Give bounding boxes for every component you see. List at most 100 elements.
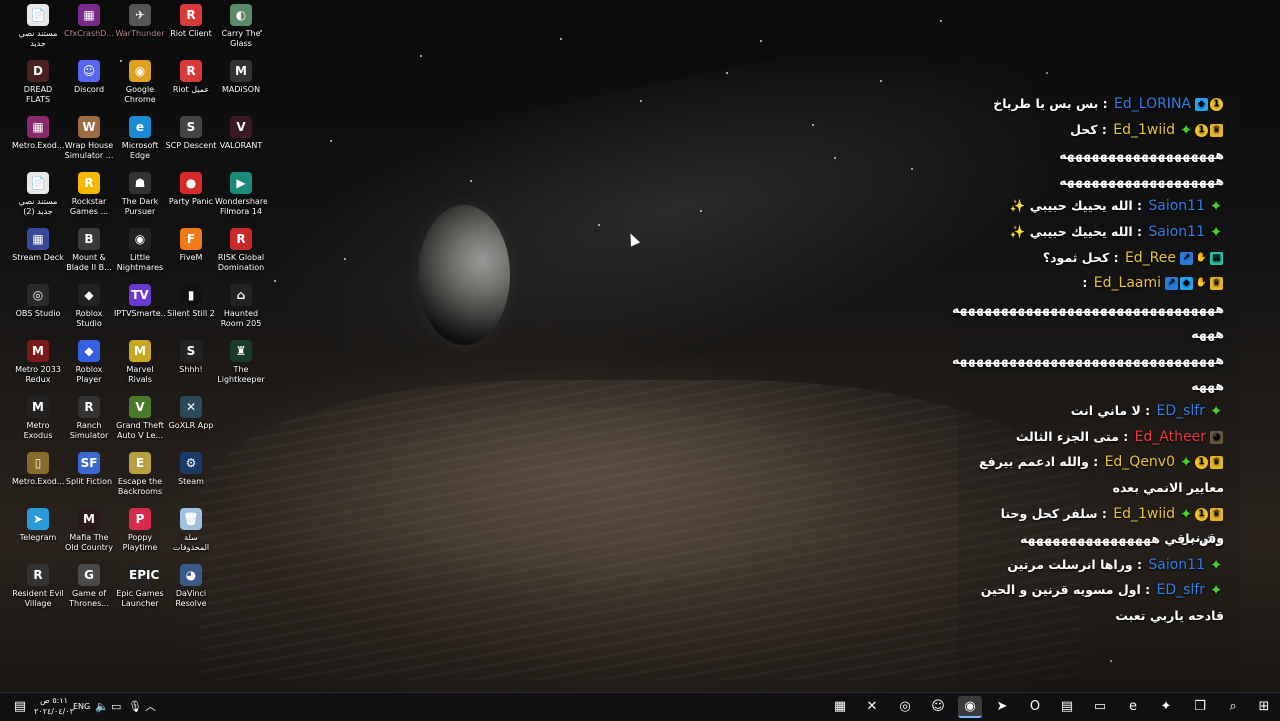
desktop-icon[interactable]: R Rockstar Games ... bbox=[63, 172, 115, 217]
share-badge-icon: ↗ bbox=[1180, 251, 1193, 265]
chat-message: ↗ ✋ ▦Ed_Ree : كحل ثمود؟ bbox=[974, 246, 1224, 270]
desktop-icon[interactable]: ▦ CfxCrashD... bbox=[63, 4, 115, 39]
desktop-icon-label: Metro.Exod... bbox=[12, 477, 64, 486]
search-taskbar-icon[interactable]: ⌕ bbox=[1221, 696, 1245, 718]
haunted-room-icon: ⌂ bbox=[230, 284, 252, 306]
chrome-taskbar-icon[interactable]: ◉ bbox=[958, 696, 982, 718]
desktop-icon[interactable]: e Microsoft Edge bbox=[114, 116, 166, 161]
desktop-icon[interactable]: ◕ DaVinci Resolve bbox=[165, 564, 217, 609]
gold-badge-icon: 1 bbox=[1210, 98, 1223, 111]
desktop-icon[interactable]: ▯ Metro.Exod... bbox=[12, 452, 64, 487]
desktop-icon[interactable]: W Wrap House Simulator ... bbox=[63, 116, 115, 161]
desktop-icon[interactable]: 🗑 سلة المحذوفات bbox=[165, 508, 217, 553]
file-explorer-taskbar-icon[interactable]: ▭ bbox=[1088, 696, 1112, 718]
language-indicator[interactable]: ENG bbox=[73, 693, 90, 721]
desktop-icon[interactable]: SF Split Fiction bbox=[63, 452, 115, 487]
desktop-icon[interactable]: R Riot Client bbox=[165, 4, 217, 39]
desktop-icon[interactable]: ☺ Discord bbox=[63, 60, 115, 95]
desktop-icon[interactable]: P Poppy Playtime bbox=[114, 508, 166, 553]
desktop-icon[interactable]: EPIC Epic Games Launcher bbox=[114, 564, 166, 609]
desktop-icon[interactable]: ⌂ Haunted Room 205 bbox=[215, 284, 267, 329]
desktop-icon[interactable]: M Metro Exodus bbox=[12, 396, 64, 441]
desktop-icon[interactable]: ✈ WarThunder bbox=[114, 4, 166, 39]
desktop-icon[interactable]: ● Party Panic bbox=[165, 172, 217, 207]
desktop-icon[interactable]: ⚙ Steam bbox=[165, 452, 217, 487]
chat-message: وش باقي ههههههههههههههههه bbox=[974, 527, 1224, 551]
desktop-icon-label: Metro Exodus bbox=[23, 421, 53, 440]
desktop-icon[interactable]: ▶ Wondershare Filmora 14 bbox=[215, 172, 267, 217]
chat-separator: : bbox=[1097, 505, 1112, 521]
discord-taskbar-icon[interactable]: ☺ bbox=[926, 696, 950, 718]
desktop-icon[interactable]: ◐ Carry The Glass bbox=[215, 4, 267, 49]
desktop-icon[interactable]: R Riot عميل bbox=[165, 60, 217, 95]
desktop-icon[interactable]: ◎ OBS Studio bbox=[12, 284, 64, 319]
desktop-icon[interactable]: 📄 مستند نصي جديد (2) bbox=[12, 172, 64, 217]
chat-separator: : bbox=[1140, 403, 1155, 419]
chat-separator: : bbox=[1132, 198, 1147, 214]
obs-taskbar-icon[interactable]: ◎ bbox=[893, 696, 917, 718]
desktop-icon[interactable]: ◆ Roblox Player bbox=[63, 340, 115, 385]
chevron-up-icon[interactable]: ︿ bbox=[145, 693, 156, 721]
chat-badges: ✦ 1 ♛ bbox=[1178, 502, 1224, 526]
edge-taskbar-icon[interactable]: e bbox=[1121, 696, 1145, 718]
volume-icon[interactable]: 🔈 bbox=[95, 693, 109, 721]
star-badge-icon: ✦ bbox=[1209, 581, 1223, 600]
desktop-icon[interactable]: E Escape the Backrooms bbox=[114, 452, 166, 497]
desktop-icon[interactable]: TV IPTVSmarte... bbox=[114, 284, 166, 319]
stream-deck-taskbar-icon[interactable]: ▦ bbox=[828, 696, 852, 718]
desktop-icon[interactable]: ☗ The Dark Pursuer bbox=[114, 172, 166, 217]
desktop-icon[interactable]: M Mafia The Old Country bbox=[63, 508, 115, 553]
desktop-icon[interactable]: ◉ Google Chrome bbox=[114, 60, 166, 105]
desktop-icon[interactable]: ◉ Little Nightmares bbox=[114, 228, 166, 273]
desktop-icon-label: Little Nightmares bbox=[116, 253, 164, 272]
davinci-icon: ◕ bbox=[180, 564, 202, 586]
desktop-icon[interactable]: ✕ GoXLR App bbox=[165, 396, 217, 431]
share-badge-icon: ↗ bbox=[1165, 277, 1178, 291]
telegram-taskbar-icon[interactable]: ➤ bbox=[990, 696, 1014, 718]
goxlr-taskbar-icon[interactable]: ✕ bbox=[860, 696, 884, 718]
copilot-taskbar-icon[interactable]: ✦ bbox=[1154, 696, 1178, 718]
desktop-icon[interactable]: F FiveM bbox=[165, 228, 217, 263]
chat-separator: : bbox=[1088, 454, 1103, 470]
desktop-icon[interactable]: V VALORANT bbox=[215, 116, 267, 151]
desktop-icon[interactable]: ▮ Silent Still 2 bbox=[165, 284, 217, 319]
taskbar-clock[interactable]: ٥:١١ ص ٢٠٢٤/٠٤/٠٣ bbox=[34, 695, 74, 717]
gem-badge-icon: ◆ bbox=[1180, 277, 1193, 291]
chat-separator: : bbox=[1082, 275, 1092, 291]
desktop-icon[interactable]: R Ranch Simulator bbox=[63, 396, 115, 441]
desktop-icon-label: SCP Descent bbox=[165, 141, 217, 150]
notification-icon[interactable]: ▤ bbox=[8, 696, 32, 718]
desktop-icon[interactable]: M MADiSON bbox=[215, 60, 267, 95]
desktop-icon[interactable]: B Mount & Blade II B... bbox=[63, 228, 115, 273]
outlook-taskbar-icon[interactable]: O bbox=[1023, 696, 1047, 718]
desktop-icon[interactable]: V Grand Theft Auto V Le... bbox=[114, 396, 166, 441]
desktop-icon[interactable]: ▦ Metro.Exod... bbox=[12, 116, 64, 151]
desktop-icon[interactable]: ▦ Stream Deck bbox=[12, 228, 64, 263]
desktop-icon[interactable]: 📄 مستند نصي جديد bbox=[12, 4, 64, 49]
fivem-icon: F bbox=[180, 228, 202, 250]
network-icon[interactable]: ▭ bbox=[111, 693, 121, 721]
desktop-icon-label: WarThunder bbox=[115, 29, 165, 38]
desktop-icon[interactable]: G Game of Thrones... bbox=[63, 564, 115, 609]
desktop-icon[interactable]: M Metro 2033 Redux bbox=[12, 340, 64, 385]
chat-message: ✦ 1 ♛Ed_1wiid : كحل bbox=[974, 118, 1224, 142]
chat-message: ههههههههههههههههههههههههههههههههه bbox=[952, 297, 1224, 321]
desktop-icon[interactable]: M Marvel Rivals bbox=[114, 340, 166, 385]
desktop-icon[interactable]: ♜ The Lightkeeper bbox=[215, 340, 267, 385]
chat-badges: ◆ 1 bbox=[1194, 92, 1224, 116]
desktop-icon-label: RISK Global Domination bbox=[217, 253, 265, 272]
chat-message: ✦Saion11 : وراها انرسلت مرتين bbox=[974, 553, 1224, 577]
desktop-icon[interactable]: S SCP Descent bbox=[165, 116, 217, 151]
start-button-icon[interactable]: ⊞ bbox=[1252, 696, 1276, 718]
desktop-icon[interactable]: ➤ Telegram bbox=[12, 508, 64, 543]
desktop-icon[interactable]: R RISK Global Domination bbox=[215, 228, 267, 273]
desktop-icon[interactable]: D DREAD FLATS bbox=[12, 60, 64, 105]
microphone-icon[interactable]: 🎙 bbox=[128, 693, 142, 721]
desktop-icon[interactable]: R Resident Evil Village bbox=[12, 564, 64, 609]
desktop-icon-label: IPTVSmarte... bbox=[114, 309, 166, 318]
chat-message: هههههههههههههههههههه bbox=[974, 143, 1224, 167]
store-taskbar-icon[interactable]: ▤ bbox=[1055, 696, 1079, 718]
task-view-taskbar-icon[interactable]: ❐ bbox=[1188, 696, 1212, 718]
desktop-icon[interactable]: ◆ Roblox Studio bbox=[63, 284, 115, 329]
desktop-icon[interactable]: S Shhh! bbox=[165, 340, 217, 375]
